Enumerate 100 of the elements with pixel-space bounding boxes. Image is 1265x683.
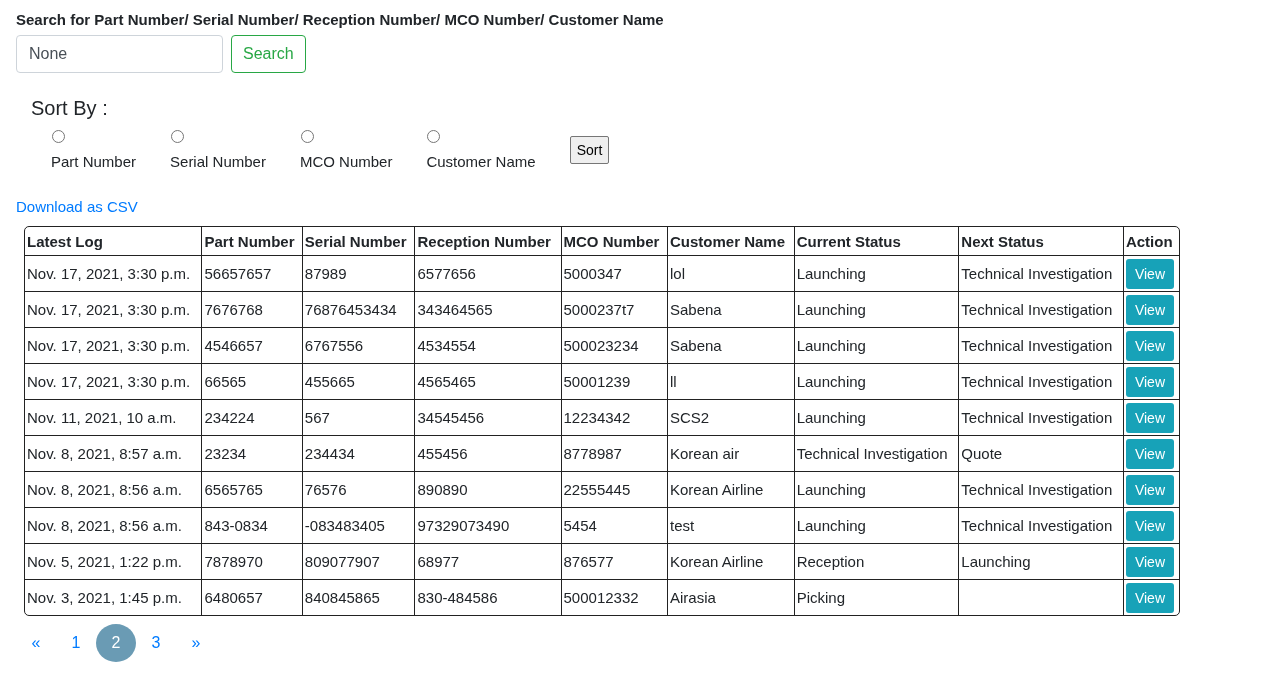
radio-button[interactable] <box>427 130 441 143</box>
table-cell: Launching <box>794 363 959 400</box>
column-header: Serial Number <box>302 227 415 256</box>
table-cell: Nov. 17, 2021, 3:30 p.m. <box>25 291 202 328</box>
table-cell: 97329073490 <box>414 507 561 544</box>
radio-button[interactable] <box>171 130 185 143</box>
table-cell: Nov. 8, 2021, 8:56 a.m. <box>25 507 202 544</box>
table-cell: -083483405 <box>302 507 415 544</box>
page-link[interactable]: 2 <box>96 624 136 662</box>
table-cell: Nov. 3, 2021, 1:45 p.m. <box>25 579 202 615</box>
table-cell: Launching <box>794 399 959 436</box>
table-cell: Nov. 17, 2021, 3:30 p.m. <box>25 327 202 364</box>
table-cell: Launching <box>958 543 1124 580</box>
table-cell: 809077907 <box>302 543 415 580</box>
view-button[interactable]: View <box>1125 438 1174 469</box>
radio-button[interactable] <box>52 130 65 143</box>
table-cell: Launching <box>794 255 959 292</box>
table-cell: 5000237t7 <box>561 291 668 328</box>
table-cell: 4565465 <box>414 363 561 400</box>
download-link[interactable]: Download as CSV <box>16 198 138 215</box>
table-cell: Nov. 17, 2021, 3:30 p.m. <box>25 363 202 400</box>
view-button[interactable]: View <box>1125 546 1174 577</box>
table-cell: Nov. 8, 2021, 8:57 a.m. <box>25 435 202 472</box>
table-cell: Sabena <box>667 291 795 328</box>
table-cell: Nov. 11, 2021, 10 a.m. <box>25 399 202 436</box>
sort-button[interactable]: Sort <box>569 136 610 164</box>
table-cell: Quote <box>958 435 1124 472</box>
table-cell: 500012332 <box>561 579 668 615</box>
table-cell: 890890 <box>414 471 561 508</box>
table-cell: test <box>667 507 795 544</box>
table-cell: 22555445 <box>561 471 668 508</box>
table-cell: Nov. 17, 2021, 3:30 p.m. <box>25 255 202 292</box>
page-link[interactable]: » <box>176 624 216 662</box>
table-cell: 76876453434 <box>302 291 415 328</box>
table-cell: SCS2 <box>667 399 795 436</box>
table-cell: Sabena <box>667 327 795 364</box>
table-cell: 4546657 <box>202 327 303 364</box>
table-cell: 7878970 <box>202 543 303 580</box>
table-cell: 8778987 <box>561 435 668 472</box>
table-cell: 5454 <box>561 507 668 544</box>
radio-label: Serial Number <box>170 153 266 170</box>
radio-button[interactable] <box>300 130 314 143</box>
column-header: Action <box>1123 227 1179 256</box>
view-button[interactable]: View <box>1125 330 1174 361</box>
view-button[interactable]: View <box>1125 294 1174 325</box>
column-header: Part Number <box>202 227 303 256</box>
table-cell: Nov. 8, 2021, 8:56 a.m. <box>25 471 202 508</box>
table-cell: Technical Investigation <box>958 399 1124 436</box>
column-header: Customer Name <box>667 227 795 256</box>
view-button[interactable]: View <box>1125 366 1174 397</box>
table-cell: 68977 <box>414 543 561 580</box>
table-cell: ll <box>667 363 795 400</box>
column-header: Current Status <box>794 227 959 256</box>
column-header: MCO Number <box>561 227 668 256</box>
table-cell: Launching <box>794 471 959 508</box>
table-cell: 7676768 <box>202 291 303 328</box>
view-button[interactable]: View <box>1125 582 1174 613</box>
table-cell: 234434 <box>302 435 415 472</box>
view-button[interactable]: View <box>1125 474 1174 505</box>
table-cell: 50001239 <box>561 363 668 400</box>
table-cell: 76576 <box>302 471 415 508</box>
page-link[interactable]: 3 <box>136 624 176 662</box>
view-button[interactable]: View <box>1125 402 1174 433</box>
view-button[interactable]: View <box>1125 510 1174 541</box>
table-cell: Korean Airline <box>667 543 795 580</box>
table-cell: Technical Investigation <box>958 363 1124 400</box>
table-cell: Technical Investigation <box>958 471 1124 508</box>
table-cell: 840845865 <box>302 579 415 615</box>
table-cell: lol <box>667 255 795 292</box>
table-cell: Nov. 5, 2021, 1:22 p.m. <box>25 543 202 580</box>
table-cell: Airasia <box>667 579 795 615</box>
table-cell: 234224 <box>202 399 303 436</box>
table-cell: Korean Airline <box>667 471 795 508</box>
sort-title: Sort By : <box>31 97 109 120</box>
view-button[interactable]: View <box>1125 258 1174 289</box>
table-cell: 6767556 <box>302 327 415 364</box>
radio-label: MCO Number <box>299 153 393 170</box>
table-cell: 23234 <box>202 435 303 472</box>
page-link[interactable]: 1 <box>56 624 96 662</box>
table-cell: Launching <box>794 507 959 544</box>
page-link[interactable]: « <box>16 624 56 662</box>
table-cell: 876577 <box>561 543 668 580</box>
radio-label: Customer Name <box>426 153 536 170</box>
table-cell: 87989 <box>302 255 415 292</box>
table-cell: 34545456 <box>414 399 561 436</box>
table-cell: 56657657 <box>202 255 303 292</box>
search-field[interactable]: None <box>16 35 223 73</box>
table-cell: 4534554 <box>414 327 561 364</box>
table-cell: 455665 <box>302 363 415 400</box>
search-button[interactable]: Search <box>231 35 306 73</box>
table-cell: 5000347 <box>561 255 668 292</box>
table-cell: Technical Investigation <box>794 435 959 472</box>
table-cell: 6577656 <box>414 255 561 292</box>
table-cell: Launching <box>794 327 959 364</box>
table-cell: Launching <box>794 291 959 328</box>
table-cell: 6565765 <box>202 471 303 508</box>
table-cell: 843-0834 <box>202 507 303 544</box>
table-cell: 455456 <box>414 435 561 472</box>
table-cell: 6480657 <box>202 579 303 615</box>
search-label: Search for Part Number/ Serial Number/ Reception Number/ MCO Number/ Customer Name <box>16 11 665 28</box>
